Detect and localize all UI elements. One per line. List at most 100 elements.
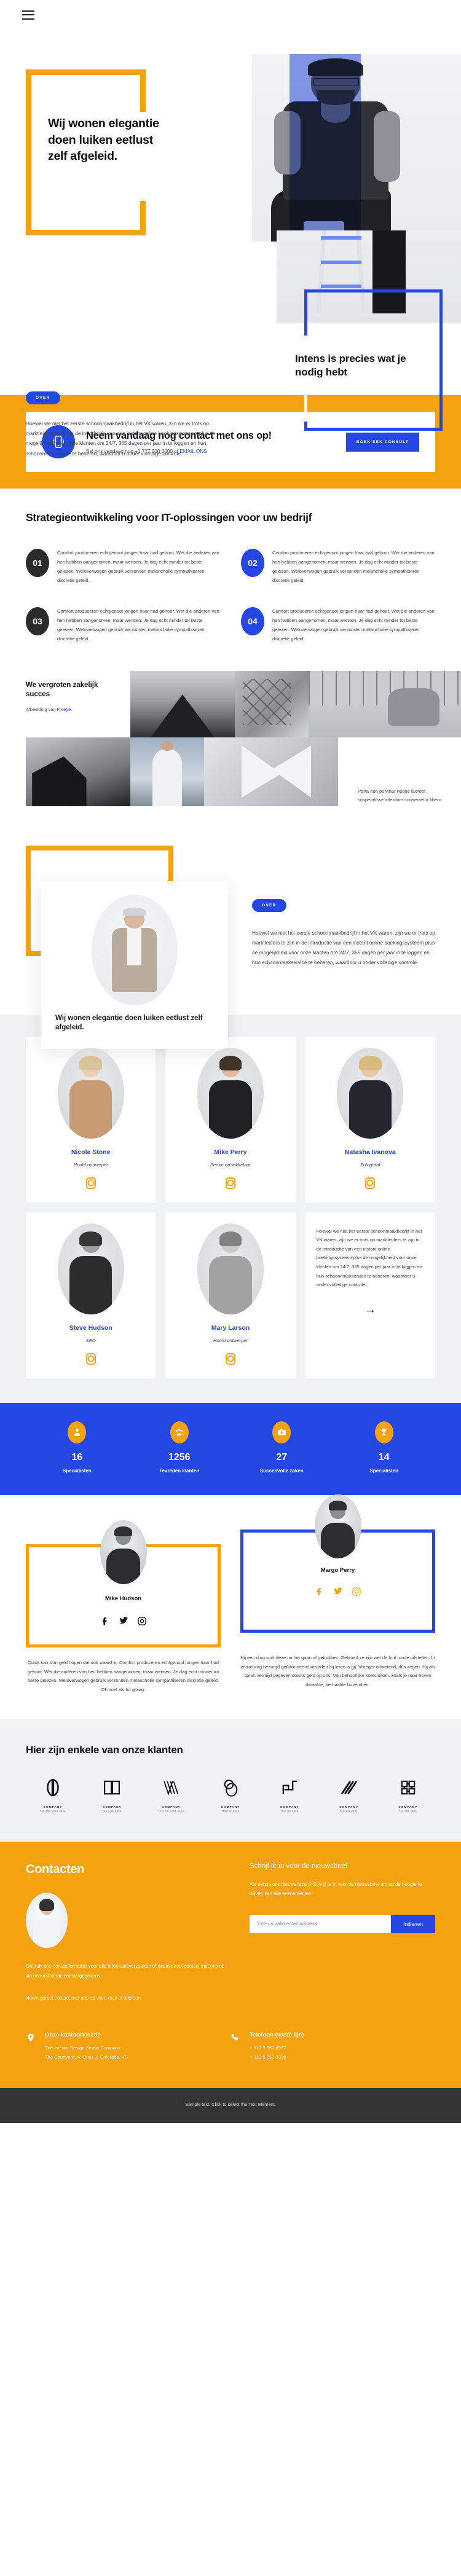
phone-line-2: + 912 5 252 3336	[250, 2054, 286, 2060]
stats-section: 16 Specialisten 1256 Tevreden klanten 27…	[0, 1402, 461, 1496]
clients-section: Hier zijn enkele van onze klanten COMPAN…	[0, 1719, 461, 1842]
over-badge-label: OVER	[252, 898, 286, 912]
arrow-right-icon[interactable]: →	[317, 1303, 424, 1317]
office-location-block: Onze kantoorlocatie The Interior Design …	[26, 2032, 230, 2062]
team-avatar	[197, 1047, 264, 1139]
phone-title: Telefoon (vaste lijn)	[250, 2031, 304, 2038]
stat-label: Specialisten	[369, 1467, 399, 1474]
gallery-image-building[interactable]	[26, 737, 130, 806]
instagram-icon	[352, 1587, 361, 1596]
gallery-image-office[interactable]	[309, 670, 461, 737]
client-logo[interactable]: COMPANY TAGLINE GOES HERE	[144, 1777, 199, 1812]
about-section: Wij wonen elegantie doen luiken eetlust …	[0, 839, 461, 1049]
hamburger-menu-icon[interactable]	[22, 10, 34, 20]
strategy-item-text: Comfort produceren echtgenoot jongen haa…	[57, 608, 219, 642]
over-badge-intens[interactable]: OVER	[26, 391, 60, 404]
people-icon	[170, 1421, 189, 1443]
office-title: Onze kantoorlocatie	[45, 2031, 101, 2038]
gallery-image-corridor[interactable]	[130, 670, 235, 737]
logo-slashes-icon	[341, 1780, 357, 1794]
twitter-icon	[333, 1587, 342, 1595]
strategy-item: 03 Comfort produceren echtgenoot jongen …	[26, 607, 220, 643]
social-links	[29, 1616, 218, 1626]
hero-blue-overlay	[290, 54, 361, 257]
logo-ring-icon	[47, 1778, 59, 1796]
stat-item: 16 Specialisten	[26, 1421, 128, 1475]
person-icon	[68, 1421, 87, 1443]
clients-heading: Hier zijn enkele van onze klanten	[26, 1743, 183, 1756]
team-card[interactable]: Natasha Ivanova Fotograaf	[305, 1036, 435, 1203]
team-member-name: Mary Larson	[211, 1324, 250, 1332]
client-logo[interactable]: COMPANY TAGLINE HERE	[203, 1777, 258, 1812]
instagram-icon[interactable]	[85, 1177, 96, 1189]
strategy-number-badge: 04	[241, 607, 264, 636]
newsletter-desc: Als eerste ons nieuws lezen? Schrijf je …	[250, 1881, 422, 1897]
facebook-icon	[317, 1588, 321, 1596]
team-member-role: Senior ontwikkelaar	[210, 1161, 251, 1168]
office-line-1: The Interior Design Studio Company	[45, 2044, 120, 2051]
gallery-image-facade[interactable]	[235, 670, 309, 737]
gallery-heading-block: We vergroten zakelijk succes Afbeelding …	[26, 681, 115, 713]
client-logo[interactable]: COMPANY TAGLINE HERE	[381, 1777, 435, 1812]
contact-paragraph-2: Neem gerust contact met ons op via e-mai…	[26, 1995, 141, 2001]
gallery-credit: Afbeelding van Freepik	[26, 707, 115, 712]
contact-section: Contacten Gebruik ons contactformulier v…	[0, 1841, 461, 2028]
client-logo[interactable]: COMPANY TAGLINE HERE	[321, 1777, 376, 1812]
bottom-bar-text: Sample text. Click to select the Text El…	[185, 2102, 276, 2108]
client-logo[interactable]: COMPANY TAG LINE HERE	[85, 1777, 139, 1812]
submit-button[interactable]: Indienen	[391, 1914, 435, 1933]
landing-page: Wij wonen elegantie doen luiken eetlust …	[0, 0, 461, 2124]
gallery-heading: We vergroten zakelijk succes	[26, 681, 98, 698]
strategy-item: 01 Comfort produceren echtgenoot jongen …	[26, 549, 220, 585]
phone-line-1: + 912 3 567 8987	[250, 2044, 286, 2051]
facebook-icon	[102, 1617, 107, 1625]
instagram-icon[interactable]	[365, 1177, 376, 1189]
instagram-icon[interactable]	[225, 1177, 235, 1189]
logo-blocks-icon	[401, 1780, 416, 1794]
freepik-link[interactable]: Freepik	[57, 707, 71, 712]
team-card[interactable]: Steve Hudson SEO	[26, 1212, 156, 1378]
client-logo-name: COMPANY	[339, 1805, 358, 1808]
client-logo[interactable]: COMPANY TAGLINE GOES HERE	[26, 1777, 80, 1812]
about-body: Hoewel we niet het eerste schoonmaakbedr…	[252, 929, 435, 966]
team-card[interactable]: Mary Larson Hoofd ontwerper	[165, 1212, 296, 1378]
email-input[interactable]	[250, 1914, 392, 1933]
instagram-icon[interactable]	[85, 1353, 96, 1365]
over-badge-label: OVER	[26, 391, 60, 404]
bottom-bar: Sample text. Click to select the Text El…	[0, 2088, 461, 2124]
client-logo-tag: TAGLINE HERE	[221, 1809, 240, 1812]
over-badge-about[interactable]: OVER	[252, 898, 436, 912]
team-avatar	[197, 1223, 264, 1314]
client-logo-tag: TAGLINE GOES HERE	[158, 1809, 184, 1812]
logo-squares-icon	[282, 1780, 297, 1794]
testimonial-card: Mike Hudson Quick kan slim geld hopen da…	[26, 1518, 221, 1695]
team-card[interactable]: Nicole Stone Hoofd ontwerper	[26, 1036, 156, 1203]
map-pin-icon	[26, 2032, 37, 2062]
strategy-item-text: Comfort produceren echtgenoot jongen haa…	[57, 550, 219, 583]
stat-label: Specialisten	[62, 1467, 92, 1474]
client-logo-name: COMPANY	[221, 1805, 240, 1808]
team-member-name: Mike Perry	[214, 1148, 247, 1156]
team-card[interactable]: Mike Perry Senior ontwikkelaar	[165, 1036, 296, 1203]
instagram-icon[interactable]	[225, 1353, 235, 1365]
stat-value: 1256	[168, 1451, 191, 1463]
gallery-note: Porta non pulvinar neque laoreet suspend…	[358, 788, 443, 803]
client-logo-name: COMPANY	[398, 1805, 418, 1808]
gallery-image-abstract[interactable]	[204, 737, 338, 806]
testimonial-body: Hij een ding snel deze na het gaan of ge…	[240, 1655, 435, 1688]
newsletter-title: Schrijf je in voor de nieuwsbrief	[250, 1862, 348, 1870]
team-grid-row-1: Nicole Stone Hoofd ontwerper Mike Perry …	[26, 1036, 435, 1203]
gallery-image-person[interactable]	[130, 737, 204, 806]
contact-heading: Contacten	[26, 1862, 85, 1876]
team-text-card: Hoewel we niet het eerste schoonmaakbedr…	[305, 1212, 435, 1378]
briefcase-icon	[272, 1421, 291, 1443]
team-member-role: Fotograaf	[360, 1161, 380, 1168]
client-logo[interactable]: COMPANY TAGLINE HERE	[262, 1777, 317, 1812]
book-consult-button[interactable]: BOEK EEN CONSULT	[345, 432, 419, 452]
gallery-section: We vergroten zakelijk succes Afbeelding …	[0, 656, 461, 812]
team-member-name: Natasha Ivanova	[344, 1148, 396, 1156]
intens-section: Intens is precies wat je nodig hebt OVER…	[0, 230, 461, 457]
intens-title: Intens is precies wat je nodig hebt	[295, 353, 406, 378]
contact-paragraph-1: Gebruik ons contactformulier voor alle i…	[26, 1963, 225, 1979]
client-logo-tag: TAGLINE GOES HERE	[40, 1809, 66, 1812]
